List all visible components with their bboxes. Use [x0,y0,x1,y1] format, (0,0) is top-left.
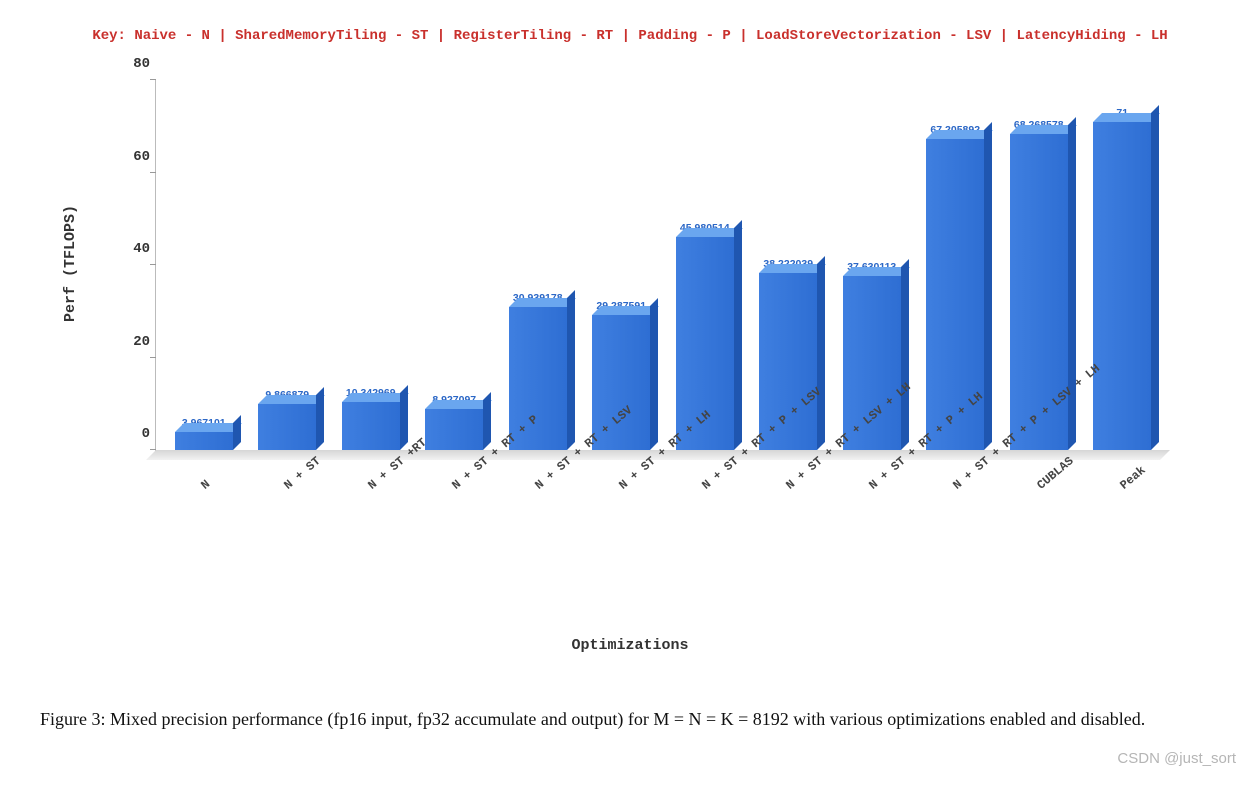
x-tick-label: N + ST +RT [328,470,412,640]
bar-slot: 30.939178 [496,292,580,450]
x-tick-label: N + ST + RT + LH [579,470,663,640]
y-tick-label: 80 [104,56,150,72]
y-tick-label: 60 [104,149,150,165]
y-axis-label: Perf (TFLOPS) [62,205,79,322]
x-tick-label: N + ST + RT + P + LSV [662,470,746,640]
y-tick-label: 0 [104,426,150,442]
x-tick-label: N + ST + RT + P + LH [830,470,914,640]
x-tick-labels: NN + STN + ST +RTN + ST + RT + PN + ST +… [155,470,1170,640]
x-tick-label: N + ST + RT + P + LSV + LH [913,470,997,640]
x-tick-label: N + ST + RT + LSV + LH [746,470,830,640]
bar-slot: 29.287591 [580,300,664,450]
x-tick-label: N + ST [245,470,329,640]
watermark-text: CSDN @just_sort [1117,750,1236,767]
x-tick-label: Peak [1080,470,1164,640]
bar-slot: 71 [1081,107,1165,450]
bars-group: 3.9671019.86687910.3429698.92709730.9391… [156,80,1170,450]
bar [425,409,483,450]
x-axis-label: Optimizations [50,637,1210,654]
bar-slot: 10.342969 [329,387,413,450]
y-tick-label: 40 [104,241,150,257]
bar [1093,122,1151,450]
bar [175,432,233,450]
x-tick-label: CUBLAS [997,470,1081,640]
chart-key-legend: Key: Naive - N | SharedMemoryTiling - ST… [0,0,1260,44]
chart-container: Perf (TFLOPS) 3.9671019.86687910.3429698… [50,62,1210,662]
bar [342,402,400,450]
figure-caption: Figure 3: Mixed precision performance (f… [40,708,1200,731]
bar-slot: 67.205892 [914,124,998,450]
plot-area: 3.9671019.86687910.3429698.92709730.9391… [155,80,1170,460]
bar [258,404,316,450]
x-tick-label: N [161,470,245,640]
bar-slot: 9.866879 [246,389,330,450]
x-tick-label: N + ST + RT + LSV [495,470,579,640]
x-tick-label: N + ST + RT + P [412,470,496,640]
bar-slot: 3.967101 [162,417,246,450]
y-tick-label: 20 [104,334,150,350]
